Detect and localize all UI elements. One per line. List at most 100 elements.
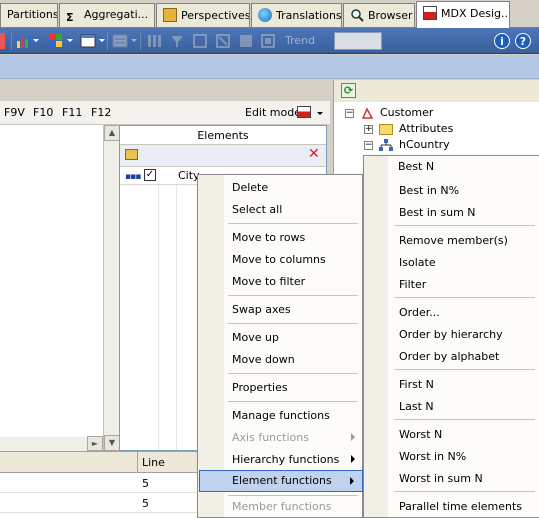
menu-separator	[394, 491, 535, 492]
tab-label: Aggregati...	[84, 8, 149, 21]
layout-icon[interactable]	[80, 33, 96, 49]
menu-item-order-by-hierarchy[interactable]: Order by hierarchy	[388, 324, 503, 346]
menu-item-order[interactable]: Order...	[388, 302, 440, 324]
menu-item-move-to-filter[interactable]: Move to filter	[199, 271, 363, 293]
menu-item-member-functions[interactable]: Member functions	[199, 496, 363, 518]
submenu-arrow-icon	[350, 477, 354, 485]
menu-item-best-in-n-percent[interactable]: Best in N%	[388, 180, 459, 202]
refresh-icon[interactable]: ⟳	[341, 83, 356, 98]
chevron-down-icon[interactable]	[33, 39, 39, 42]
tree-node-attributes[interactable]: Attributes	[399, 122, 453, 135]
menu-item-parallel-time-elements[interactable]: Parallel time elements	[388, 496, 522, 518]
folder-icon	[379, 124, 393, 135]
menu-item-best-n[interactable]: Best N	[366, 157, 539, 179]
globe-icon	[258, 8, 272, 22]
delete-icon[interactable]: ✕	[308, 146, 320, 162]
fkey-f11[interactable]: F11	[62, 106, 82, 119]
tab-perspectives[interactable]: Perspectives	[156, 3, 250, 27]
list-icon[interactable]	[112, 33, 128, 49]
grid-icon[interactable]	[0, 33, 16, 49]
menu-item-worst-in-n-percent[interactable]: Worst in N%	[388, 446, 466, 468]
tree-node-hcountry[interactable]: hCountry	[399, 138, 450, 151]
menu-item-order-by-alphabet[interactable]: Order by alphabet	[388, 346, 499, 368]
menu-separator	[228, 373, 358, 374]
chevron-down-icon[interactable]	[67, 39, 73, 42]
menu-item-hierarchy-functions[interactable]: Hierarchy functions	[199, 449, 363, 471]
function-keys-bar: F9V F10 F11 F12 Edit mode	[0, 101, 330, 125]
collapse-icon[interactable]	[215, 33, 231, 49]
element-functions-submenu: Best N Best in N% Best in sum N Remove m…	[363, 155, 539, 518]
menu-item-first-n[interactable]: First N	[388, 374, 434, 396]
menu-item-remove-members[interactable]: Remove member(s)	[388, 230, 508, 252]
menu-item-filter[interactable]: Filter	[388, 274, 426, 296]
tab-aggregations[interactable]: Σ Aggregati...	[59, 3, 155, 27]
menu-item-last-n[interactable]: Last N	[388, 396, 434, 418]
vertical-scrollbar[interactable]: ▲ ▼	[103, 125, 120, 451]
edit-icon[interactable]	[125, 149, 138, 160]
tree-node-customer[interactable]: Customer	[380, 106, 433, 119]
submenu-arrow-icon	[351, 455, 355, 463]
chevron-down-icon[interactable]	[99, 39, 105, 42]
menu-item-delete[interactable]: Delete	[199, 177, 363, 199]
tab-partitions[interactable]: Partitions	[0, 3, 58, 27]
trend-label[interactable]: Trend	[285, 34, 315, 47]
filter-icon[interactable]	[169, 33, 185, 49]
edit-mode-label[interactable]: Edit mode	[245, 106, 301, 119]
tab-label: Browser	[368, 9, 413, 22]
columns-icon[interactable]	[146, 33, 162, 49]
elements-header: Elements	[120, 126, 326, 145]
menu-item-isolate[interactable]: Isolate	[388, 252, 436, 274]
customer-dimension-icon	[361, 107, 374, 120]
expand-icon[interactable]	[192, 33, 208, 49]
menu-item-manage-functions[interactable]: Manage functions	[199, 405, 363, 427]
menu-item-best-in-sum-n[interactable]: Best in sum N	[388, 202, 476, 224]
tab-browser[interactable]: Browser	[343, 3, 415, 27]
scroll-down-button[interactable]: ▼	[104, 435, 120, 451]
context-menu: Delete Select all Move to rows Move to c…	[197, 174, 363, 518]
element-checkbox[interactable]: ✓	[144, 169, 156, 181]
tab-translations[interactable]: Translations	[251, 3, 342, 27]
collapse-toggle[interactable]: −	[345, 109, 354, 118]
drill-icon[interactable]	[238, 33, 254, 49]
menu-separator	[228, 401, 358, 402]
menu-item-move-down[interactable]: Move down	[199, 349, 363, 371]
menu-item-move-to-rows[interactable]: Move to rows	[199, 227, 363, 249]
fkey-f10[interactable]: F10	[33, 106, 53, 119]
bar-chart-icon[interactable]	[16, 33, 32, 49]
chevron-down-icon[interactable]	[131, 39, 137, 42]
submenu-arrow-icon	[351, 433, 355, 441]
result-grid[interactable]	[0, 125, 103, 451]
menu-item-properties[interactable]: Properties	[199, 377, 363, 399]
menu-item-worst-in-sum-n[interactable]: Worst in sum N	[388, 468, 483, 490]
tab-mdx-designer[interactable]: MDX Desig...	[416, 1, 510, 28]
sigma-icon: Σ	[66, 11, 74, 24]
expand-toggle[interactable]: +	[364, 125, 373, 134]
menu-separator	[394, 369, 535, 370]
scroll-right-button[interactable]: ►	[87, 436, 103, 451]
help-icon[interactable]: i	[494, 33, 510, 49]
menu-item-swap-axes[interactable]: Swap axes	[199, 299, 363, 321]
toolbar-separator	[140, 32, 141, 50]
menu-gutter	[364, 156, 388, 517]
collapse-toggle[interactable]: −	[364, 141, 373, 150]
menu-item-move-to-columns[interactable]: Move to columns	[199, 249, 363, 271]
fkey-f9v[interactable]: F9V	[4, 106, 25, 119]
menu-item-worst-n[interactable]: Worst N	[388, 424, 442, 446]
menu-item-element-functions[interactable]: Element functions	[199, 470, 363, 492]
chevron-down-icon[interactable]	[317, 112, 323, 115]
menu-item-move-up[interactable]: Move up	[199, 327, 363, 349]
tab-bar: Partitions Σ Aggregati... Perspectives Tr…	[0, 0, 539, 28]
fkey-f12[interactable]: F12	[91, 106, 111, 119]
scroll-up-button[interactable]: ▲	[104, 125, 120, 141]
whats-this-icon[interactable]: ?	[515, 33, 531, 49]
color-palette-icon[interactable]	[48, 33, 64, 49]
menu-item-select-all[interactable]: Select all	[199, 199, 363, 221]
magnifier-icon	[350, 8, 364, 22]
horizontal-scrollbar[interactable]: ►	[0, 436, 103, 451]
trend-input[interactable]	[334, 32, 382, 50]
line-column-header[interactable]: Line	[137, 452, 197, 473]
drill-up-icon[interactable]	[260, 33, 276, 49]
edit-mode-icon[interactable]	[297, 106, 311, 118]
toolbar-separator	[11, 32, 12, 50]
menu-item-axis-functions[interactable]: Axis functions	[199, 427, 363, 449]
